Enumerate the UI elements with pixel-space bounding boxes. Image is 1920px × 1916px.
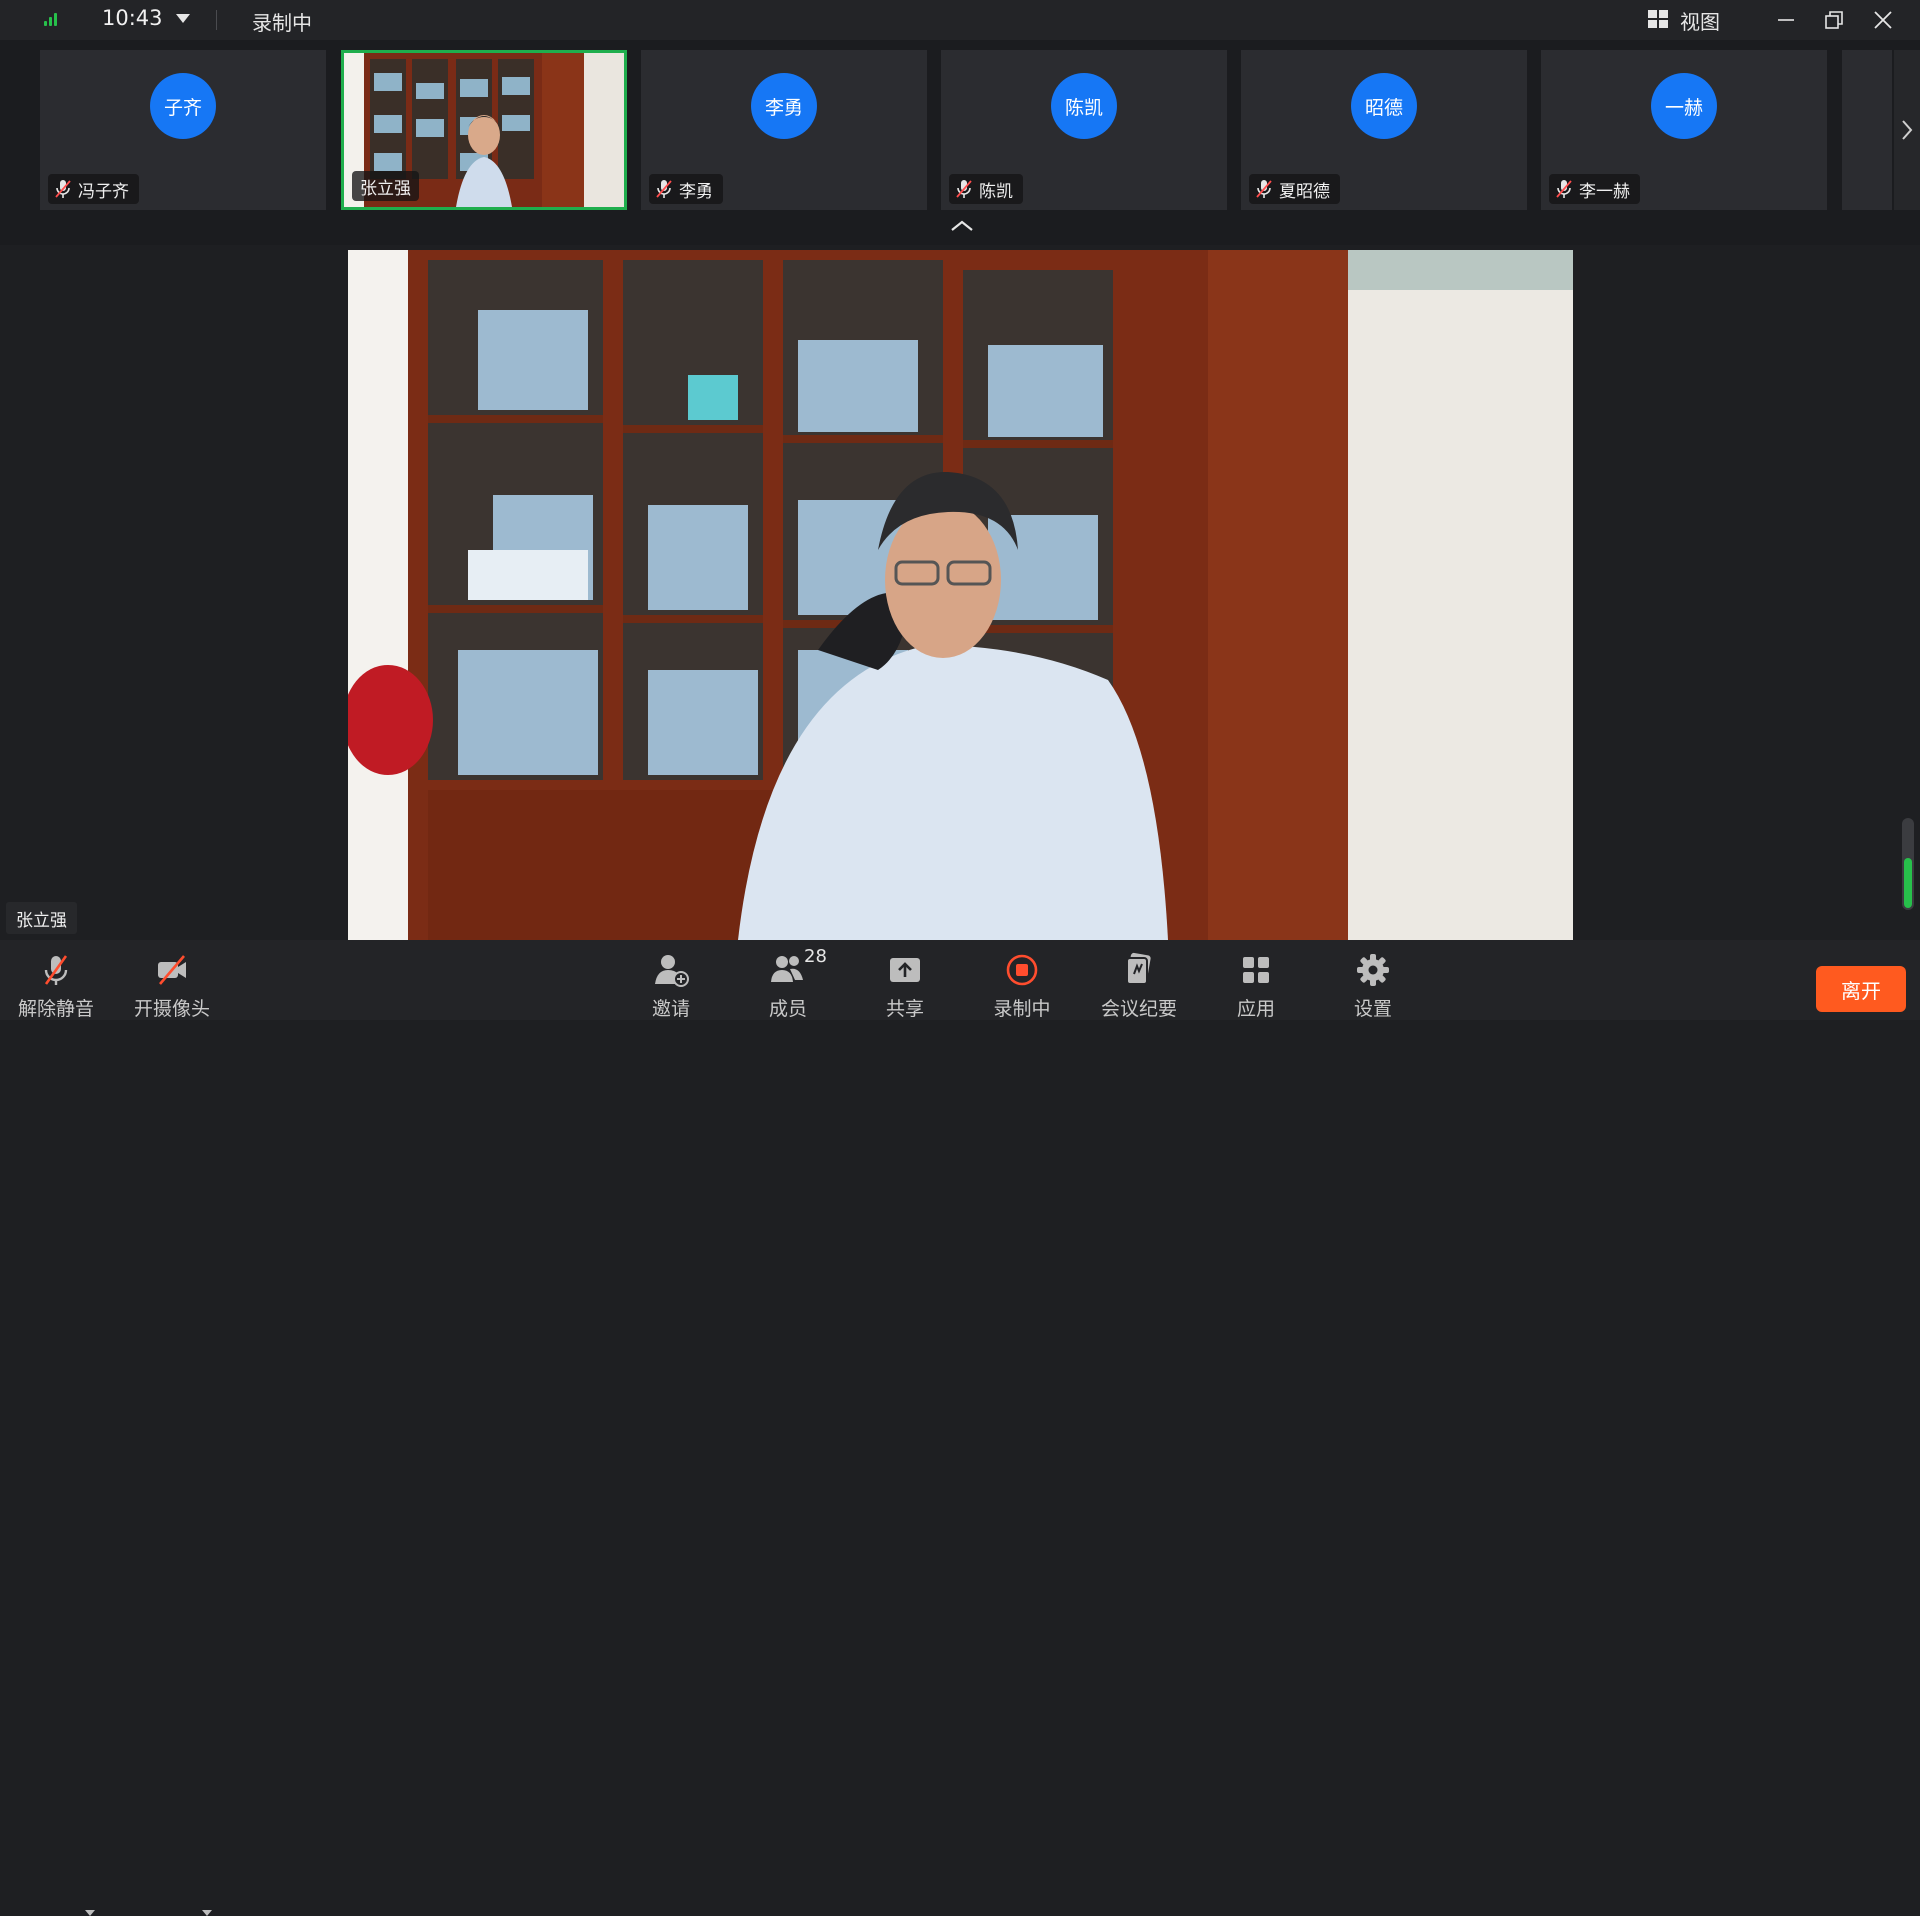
share-button[interactable]: 共享 [855, 950, 955, 1021]
minimize-icon [1778, 19, 1794, 21]
minutes-label: 会议纪要 [1100, 998, 1177, 1020]
avatar: 陈凯 [1051, 73, 1117, 139]
mic-off-icon [55, 180, 71, 198]
settings-label: 设置 [1353, 998, 1392, 1020]
start-camera-button[interactable]: 开摄像头 [122, 950, 222, 1021]
restore-button[interactable] [1816, 4, 1852, 36]
participant-name: 陈凯 [979, 181, 1013, 202]
participant-tile[interactable]: 陈凯 陈凯 [941, 50, 1227, 210]
meeting-time: 10:43 [102, 6, 163, 30]
title-bar: 10:43 录制中 视图 [0, 0, 1920, 40]
avatar: 李勇 [751, 73, 817, 139]
chevron-right-icon [1902, 120, 1913, 140]
view-grid-icon [1648, 10, 1670, 30]
participant-tile[interactable]: 李勇 李勇 [641, 50, 927, 210]
members-button[interactable]: 28 成员 [738, 946, 838, 1021]
main-stage: 张立强 [0, 245, 1920, 940]
participant-strip: 子齐 冯子齐 张立强 李勇 李勇 陈凯 陈凯 昭德 夏昭德 一赫 李一赫 [0, 40, 1920, 245]
recording-label: 录制中 [993, 998, 1051, 1020]
share-label: 共享 [885, 998, 924, 1020]
chevron-down-icon[interactable] [202, 1910, 212, 1916]
participant-tile-partial[interactable] [1842, 50, 1892, 210]
apps-icon [1243, 957, 1269, 983]
close-button[interactable] [1865, 4, 1901, 36]
minimize-button[interactable] [1768, 4, 1804, 36]
avatar: 昭德 [1351, 73, 1417, 139]
unmute-button[interactable]: 解除静音 [6, 950, 106, 1021]
meeting-minutes-button[interactable]: 会议纪要 [1089, 950, 1189, 1021]
unmute-label: 解除静音 [17, 998, 94, 1020]
speaker-name-tag: 张立强 [6, 902, 77, 934]
mic-off-icon [1256, 180, 1272, 198]
speaker-video-frame [348, 250, 1573, 940]
recording-status: 录制中 [252, 11, 312, 35]
apps-button[interactable]: 应用 [1206, 950, 1306, 1021]
participant-name: 冯子齐 [78, 181, 129, 202]
chevron-down-icon[interactable] [85, 1910, 95, 1916]
share-icon [890, 958, 920, 982]
participant-tile-active[interactable]: 张立强 [341, 50, 627, 210]
view-label: 视图 [1680, 9, 1720, 34]
volume-indicator [1902, 818, 1914, 910]
divider [216, 10, 217, 30]
mic-off-icon [1556, 180, 1572, 198]
meeting-toolbar: 解除静音 开摄像头 邀请 28 成员 共享 录制中 会议纪要 应用 设置 [0, 940, 1920, 1916]
apps-label: 应用 [1236, 998, 1275, 1020]
members-icon [771, 956, 803, 982]
chevron-down-icon[interactable] [176, 14, 190, 23]
participant-nametag: 张立强 [352, 171, 419, 201]
record-icon [1006, 954, 1038, 986]
participant-tile[interactable]: 子齐 冯子齐 [40, 50, 326, 210]
mic-off-icon [956, 180, 972, 198]
participant-tile[interactable]: 昭德 夏昭德 [1241, 50, 1527, 210]
participant-name: 李一赫 [1579, 181, 1630, 202]
main-video [348, 250, 1573, 940]
participant-nametag: 夏昭德 [1249, 174, 1340, 204]
members-count: 28 [804, 946, 827, 967]
recording-button[interactable]: 录制中 [972, 950, 1072, 1021]
participant-nametag: 李一赫 [1549, 174, 1640, 204]
camera-label: 开摄像头 [133, 998, 210, 1020]
restore-icon [1825, 11, 1843, 29]
close-icon [1874, 11, 1892, 29]
signal-icon [44, 12, 62, 26]
participant-nametag: 冯子齐 [48, 174, 139, 204]
chevron-up-icon[interactable] [948, 218, 976, 234]
invite-icon [655, 955, 689, 987]
participant-tile[interactable]: 一赫 李一赫 [1541, 50, 1827, 210]
invite-label: 邀请 [651, 998, 690, 1020]
settings-icon [1357, 954, 1389, 986]
avatar: 一赫 [1651, 73, 1717, 139]
mic-off-icon [44, 955, 68, 985]
participant-name: 张立强 [360, 178, 411, 199]
avatar: 子齐 [150, 73, 216, 139]
participant-nametag: 李勇 [649, 174, 723, 204]
next-page-button[interactable] [1894, 50, 1920, 210]
participant-nametag: 陈凯 [949, 174, 1023, 204]
participant-name: 李勇 [679, 181, 713, 202]
camera-off-icon [158, 955, 186, 985]
members-icon-wrap: 28 [768, 946, 827, 990]
invite-button[interactable]: 邀请 [621, 950, 721, 1021]
view-button[interactable]: 视图 [1648, 4, 1720, 36]
settings-button[interactable]: 设置 [1323, 950, 1423, 1021]
members-label: 成员 [768, 998, 807, 1020]
mic-off-icon [656, 180, 672, 198]
leave-button[interactable]: 离开 [1816, 966, 1906, 1012]
minutes-icon [1126, 952, 1151, 985]
participant-name: 夏昭德 [1279, 181, 1330, 202]
